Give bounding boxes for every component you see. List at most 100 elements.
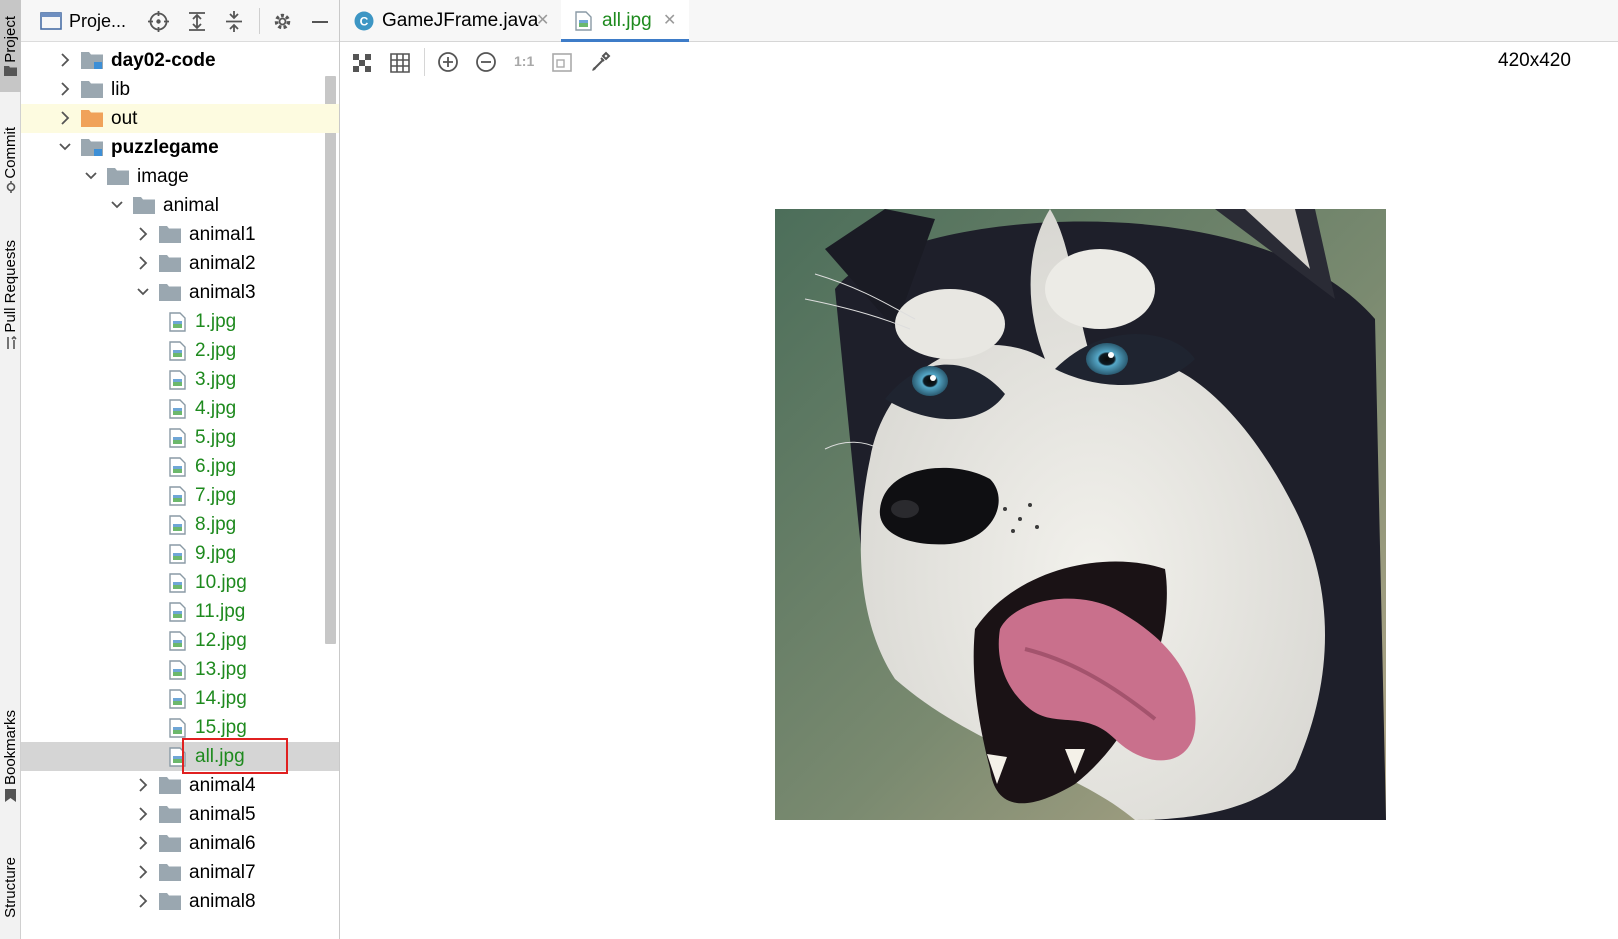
grid-icon[interactable] — [390, 53, 410, 73]
structure-tool-tab[interactable]: Structure — [0, 836, 21, 939]
image-file-icon — [169, 660, 186, 680]
tree-row-3-jpg[interactable]: 3.jpg — [21, 365, 339, 394]
husky-image — [775, 209, 1386, 820]
tree-item-label: 7.jpg — [195, 485, 237, 506]
chevron-right-icon[interactable] — [137, 256, 149, 270]
image-dimensions: 420x420 — [1498, 50, 1571, 71]
gear-icon[interactable] — [272, 11, 293, 32]
tree-row-10-jpg[interactable]: 10.jpg — [21, 568, 339, 597]
tree-row-animal6[interactable]: animal6 — [21, 829, 339, 858]
image-file-icon — [169, 428, 186, 448]
hide-panel-icon[interactable] — [311, 11, 329, 32]
tree-item-label: animal5 — [189, 804, 256, 825]
folder-icon — [81, 81, 103, 98]
image-file-icon — [169, 370, 186, 390]
tree-row-lib[interactable]: lib — [21, 75, 339, 104]
locate-file-icon[interactable] — [148, 11, 169, 32]
zoom-out-icon[interactable] — [475, 51, 497, 73]
tree-row-14-jpg[interactable]: 14.jpg — [21, 684, 339, 713]
expand-all-icon[interactable] — [187, 11, 207, 32]
tree-item-label: animal4 — [189, 775, 256, 796]
tab-all-jpg[interactable]: all.jpg ✕ — [561, 0, 689, 42]
color-picker-icon[interactable] — [590, 51, 611, 73]
tree-item-label: 14.jpg — [195, 688, 247, 709]
tree-row-image[interactable]: image — [21, 162, 339, 191]
tree-row-6-jpg[interactable]: 6.jpg — [21, 452, 339, 481]
chevron-right-icon[interactable] — [59, 111, 71, 125]
tree-item-label: 5.jpg — [195, 427, 237, 448]
image-file-icon — [169, 399, 186, 419]
selection-highlight-box — [182, 738, 288, 774]
close-icon[interactable]: ✕ — [663, 0, 676, 42]
image-file-icon — [169, 573, 186, 593]
tree-row-11-jpg[interactable]: 11.jpg — [21, 597, 339, 626]
tree-row-day02-code[interactable]: day02-code — [21, 46, 339, 75]
chevron-right-icon[interactable] — [59, 53, 71, 67]
chevron-right-icon[interactable] — [137, 865, 149, 879]
tree-row-8-jpg[interactable]: 8.jpg — [21, 510, 339, 539]
chevron-right-icon[interactable] — [137, 778, 149, 792]
project-tab-label: Project — [2, 15, 19, 63]
chevron-right-icon[interactable] — [137, 227, 149, 241]
tree-item-label: puzzlegame — [111, 137, 219, 158]
tree-row-animal5[interactable]: animal5 — [21, 800, 339, 829]
husky-photo — [775, 209, 1386, 820]
tree-row-puzzlegame[interactable]: puzzlegame — [21, 133, 339, 162]
chessboard-icon[interactable] — [352, 53, 372, 73]
tree-row-animal4[interactable]: animal4 — [21, 771, 339, 800]
chevron-down-icon[interactable] — [85, 169, 97, 183]
tree-item-label: animal8 — [189, 891, 256, 912]
folder-icon — [159, 806, 181, 823]
tree-item-label: animal3 — [189, 282, 256, 303]
tree-row-7-jpg[interactable]: 7.jpg — [21, 481, 339, 510]
tree-item-label: image — [137, 166, 189, 187]
project-view-icon — [40, 12, 62, 30]
bookmarks-tool-tab[interactable]: Bookmarks — [0, 700, 21, 812]
tree-row-9-jpg[interactable]: 9.jpg — [21, 539, 339, 568]
project-panel-title[interactable]: Proje... — [69, 11, 126, 32]
folder-icon — [159, 226, 181, 243]
folder-icon — [159, 777, 181, 794]
tree-row-all-jpg[interactable]: all.jpg — [21, 742, 339, 771]
tree-item-label: animal2 — [189, 253, 256, 274]
tree-row-animal8[interactable]: animal8 — [21, 887, 339, 916]
tree-row-2-jpg[interactable]: 2.jpg — [21, 336, 339, 365]
tree-row-animal3[interactable]: animal3 — [21, 278, 339, 307]
module-folder-icon — [81, 139, 103, 156]
image-file-icon — [169, 544, 186, 564]
tree-row-animal[interactable]: animal — [21, 191, 339, 220]
fit-to-window-icon[interactable] — [552, 53, 572, 72]
tree-row-animal7[interactable]: animal7 — [21, 858, 339, 887]
bookmark-icon — [5, 788, 16, 802]
tree-row-out[interactable]: out — [21, 104, 339, 133]
tree-row-4-jpg[interactable]: 4.jpg — [21, 394, 339, 423]
tree-row-12-jpg[interactable]: 12.jpg — [21, 626, 339, 655]
bookmarks-tab-label: Bookmarks — [2, 710, 19, 786]
chevron-right-icon[interactable] — [59, 82, 71, 96]
commit-tool-tab[interactable]: Commit — [0, 115, 21, 205]
project-tool-tab[interactable]: Project — [0, 0, 21, 92]
chevron-down-icon[interactable] — [137, 285, 149, 299]
chevron-right-icon[interactable] — [137, 894, 149, 908]
close-icon[interactable]: ✕ — [536, 0, 549, 42]
tree-row-5-jpg[interactable]: 5.jpg — [21, 423, 339, 452]
chevron-right-icon[interactable] — [137, 836, 149, 850]
java-class-icon: C — [354, 11, 374, 31]
tree-item-label: 2.jpg — [195, 340, 237, 361]
tree-row-15-jpg[interactable]: 15.jpg — [21, 713, 339, 742]
tree-row-animal2[interactable]: animal2 — [21, 249, 339, 278]
zoom-in-icon[interactable] — [437, 51, 459, 73]
collapse-all-icon[interactable] — [224, 11, 244, 32]
tree-row-1-jpg[interactable]: 1.jpg — [21, 307, 339, 336]
tab-gamejframe-java[interactable]: C GameJFrame.java ✕ — [340, 0, 558, 42]
tree-item-label: 9.jpg — [195, 543, 237, 564]
actual-size-button[interactable]: 1:1 — [514, 53, 534, 69]
tree-row-animal1[interactable]: animal1 — [21, 220, 339, 249]
toolbar-separator — [424, 48, 425, 76]
tree-row-13-jpg[interactable]: 13.jpg — [21, 655, 339, 684]
tree-item-label: animal1 — [189, 224, 256, 245]
chevron-down-icon[interactable] — [111, 198, 123, 212]
chevron-right-icon[interactable] — [137, 807, 149, 821]
chevron-down-icon[interactable] — [59, 140, 71, 154]
pull-requests-tool-tab[interactable]: Pull Requests — [0, 230, 21, 360]
